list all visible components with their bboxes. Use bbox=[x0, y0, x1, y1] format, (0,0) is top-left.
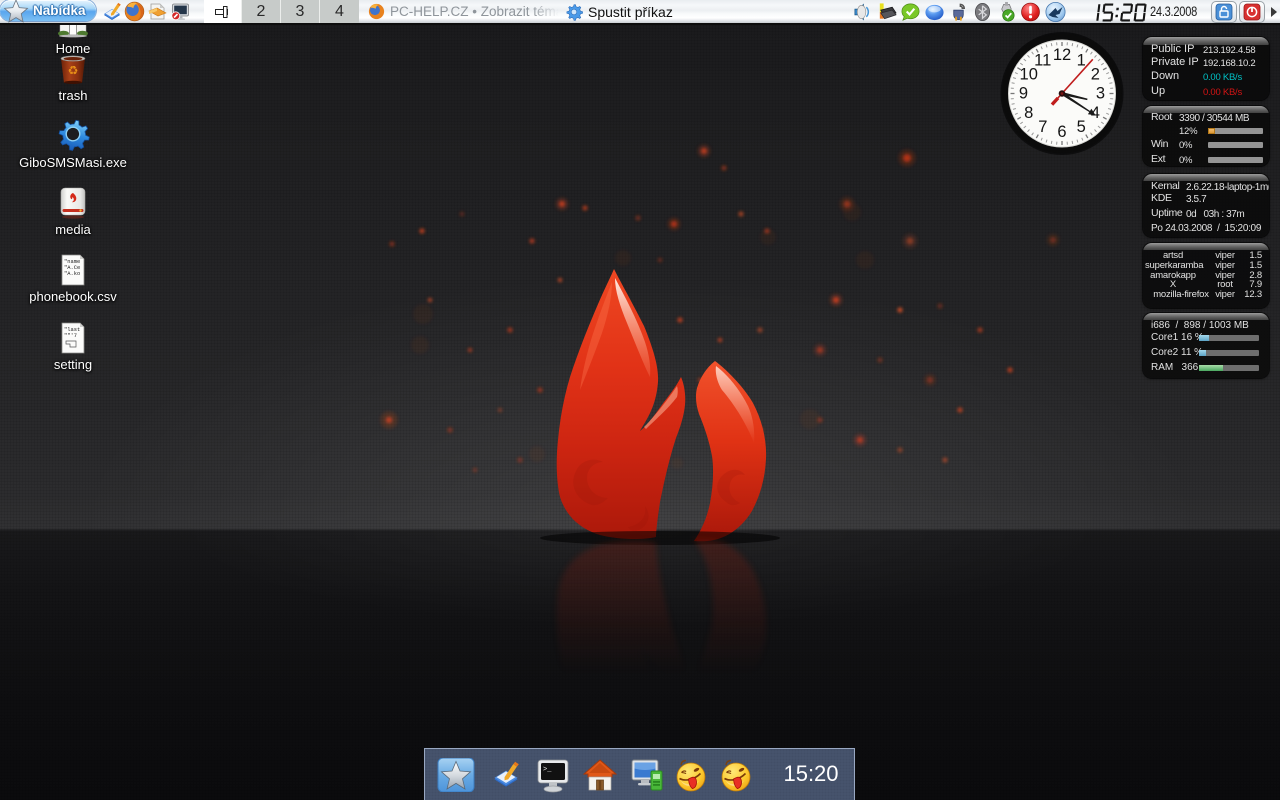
svg-text:3: 3 bbox=[1096, 85, 1105, 103]
svg-text:""'7: ""'7 bbox=[64, 333, 77, 339]
svg-text:1: 1 bbox=[1077, 51, 1086, 69]
svg-text:"A.ko: "A.ko bbox=[64, 271, 80, 277]
svg-text:♻: ♻ bbox=[68, 64, 79, 78]
svg-text:12: 12 bbox=[1053, 46, 1071, 64]
svg-text:9: 9 bbox=[1019, 85, 1028, 103]
svg-text:7: 7 bbox=[1038, 118, 1047, 136]
svg-text:2: 2 bbox=[1091, 66, 1100, 84]
svg-text:5: 5 bbox=[1077, 118, 1086, 136]
svg-text:11: 11 bbox=[1034, 51, 1051, 69]
svg-text:8: 8 bbox=[1024, 104, 1033, 122]
svg-text:6: 6 bbox=[1057, 123, 1066, 141]
svg-text:>_: >_ bbox=[543, 766, 552, 774]
